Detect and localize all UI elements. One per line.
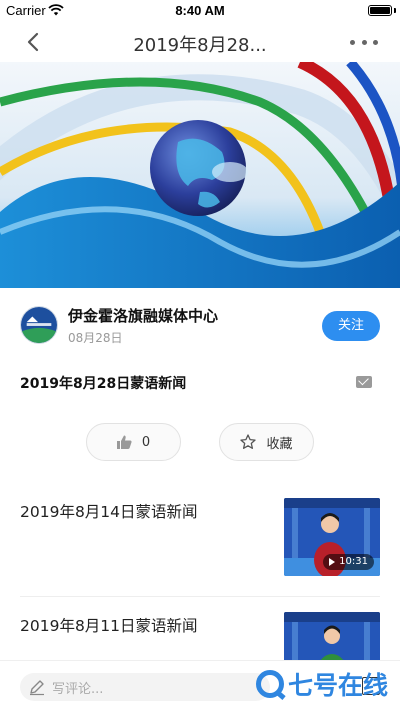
article-title: 2019年8月28日蒙语新闻 [20,376,187,392]
more-options-icon[interactable] [350,34,378,50]
news-title: 2019年8月14日蒙语新闻 [20,503,198,521]
author-avatar[interactable] [20,306,58,344]
news-title: 2019年8月11日蒙语新闻 [20,617,198,635]
author-name[interactable]: 伊金霍洛旗融媒体中心 [68,305,218,326]
list-item[interactable]: 2019年8月14日蒙语新闻 10:31 [0,498,400,598]
follow-button[interactable]: 关注 [322,311,380,341]
watermark-q-icon [256,670,284,698]
collect-label: 收藏 [266,436,293,452]
author-row: 伊金霍洛旗融媒体中心 08月28日 关注 [0,300,400,360]
video-duration-badge: 10:31 [323,554,374,570]
page-title: 2019年8月28... [133,35,267,56]
back-arrow-icon[interactable] [22,30,46,54]
status-bar: Carrier 8:40 AM [0,0,400,22]
watermark-text: 七号在线 [288,671,389,700]
comment-input[interactable]: 写评论... [20,673,270,701]
battery-icon [368,5,392,16]
pencil-icon [30,680,44,696]
star-icon [240,434,257,449]
message-icon[interactable] [356,376,372,388]
battery-tip [394,8,396,13]
publish-date: 08月28日 [68,331,123,345]
clock-time: 8:40 AM [175,3,225,18]
thumbs-up-icon [116,435,132,449]
like-count: 0 [141,434,151,450]
news-thumbnail[interactable]: 10:31 [284,498,380,576]
play-icon [329,558,336,566]
video-cover-image[interactable] [0,62,400,288]
watermark-logo: 七号在线 [256,667,388,701]
divider [20,596,380,597]
comment-placeholder: 写评论... [52,681,104,697]
nav-bar: 2019年8月28... [0,22,400,62]
collect-button[interactable]: 收藏 [219,423,314,461]
duration-text: 10:31 [339,556,368,567]
like-button[interactable]: 0 [86,423,181,461]
